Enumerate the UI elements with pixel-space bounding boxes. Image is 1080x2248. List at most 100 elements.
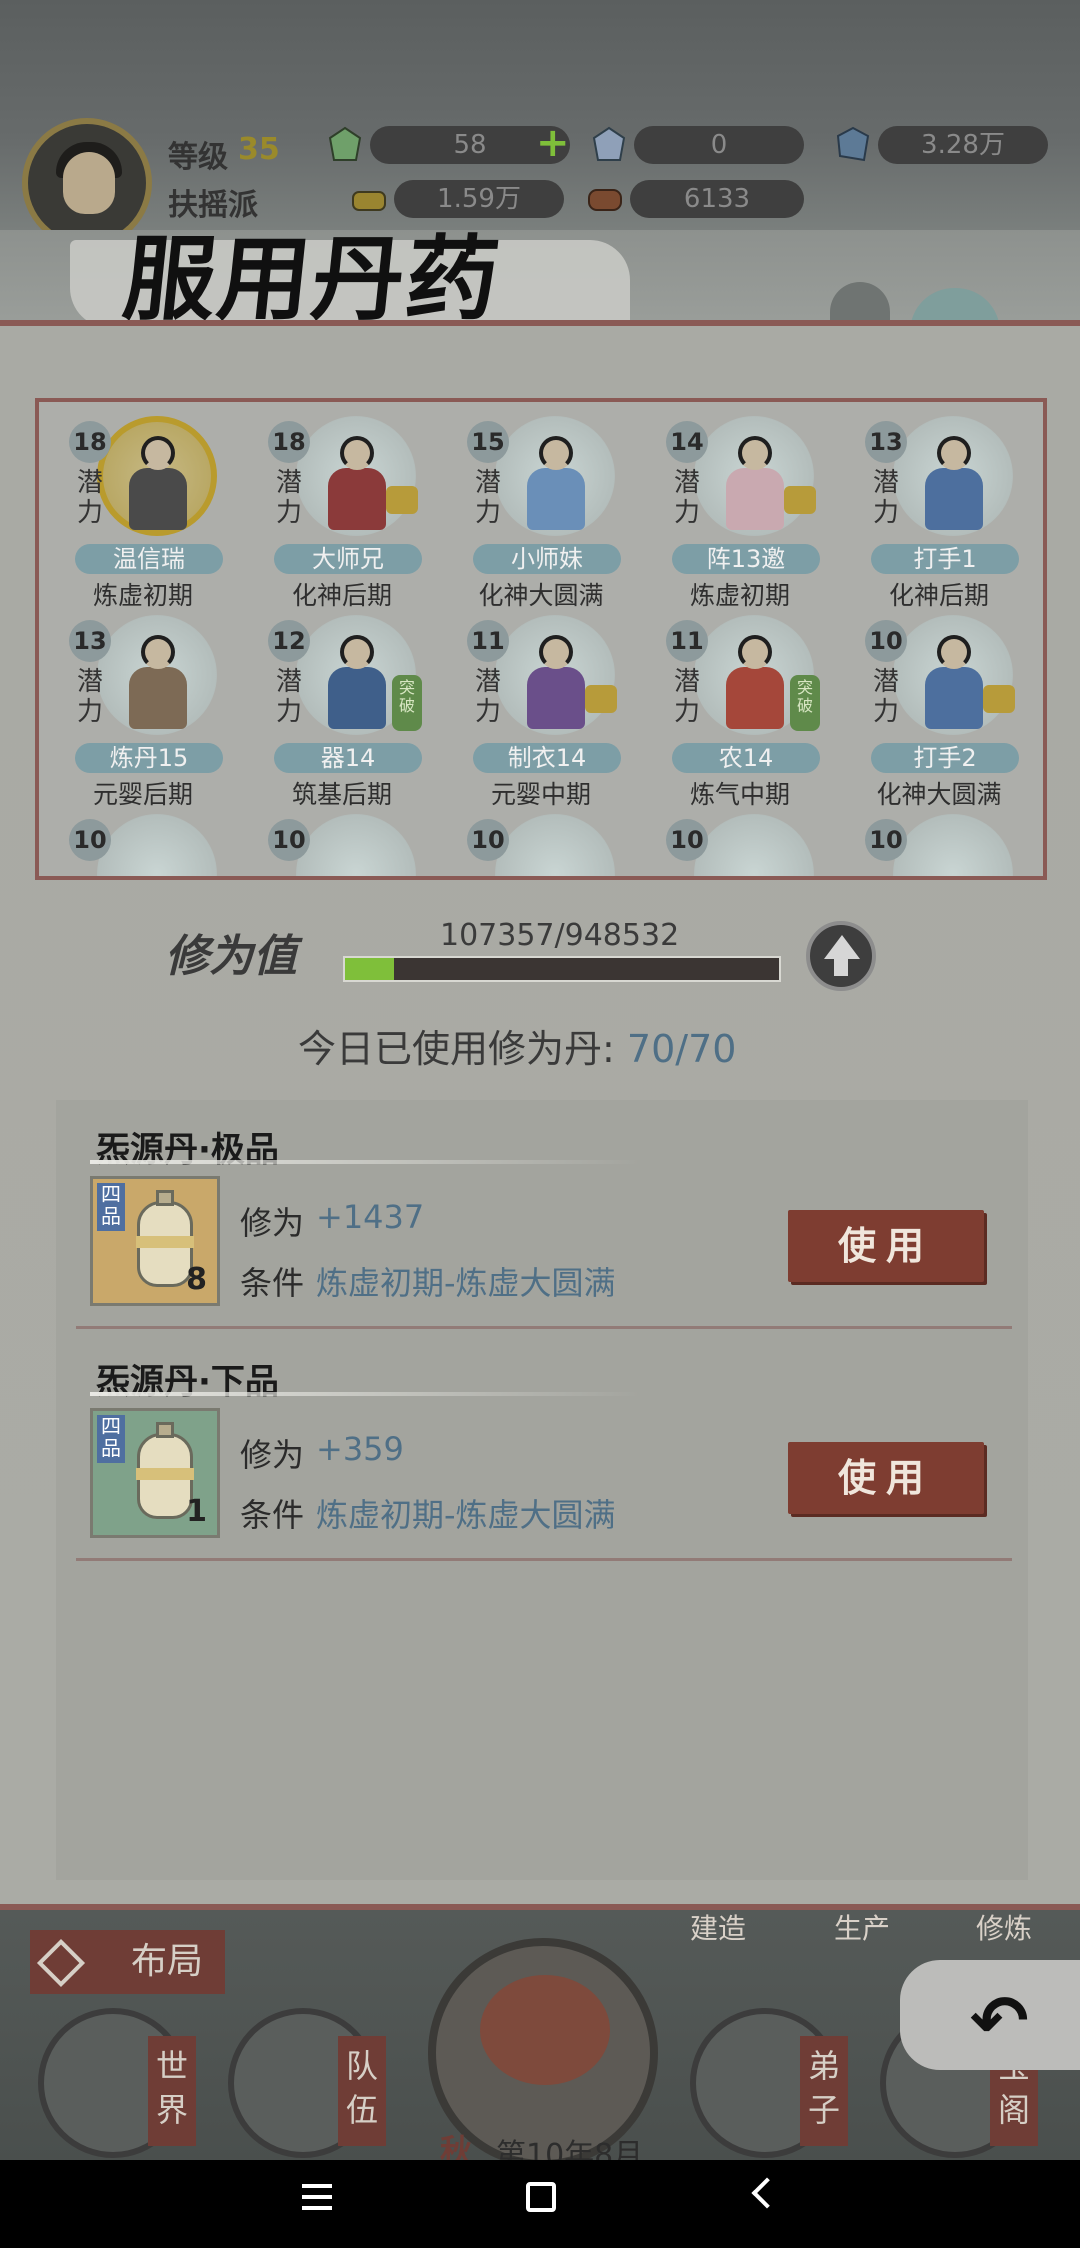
wood-counter: 6133 xyxy=(630,180,804,218)
potential-label: 潜力 xyxy=(475,468,502,528)
portrait-halo xyxy=(694,814,814,876)
portrait-body xyxy=(129,468,187,530)
breakthrough-badge: 突破 xyxy=(392,675,422,731)
disciple-level: 10 xyxy=(467,819,509,861)
disciple-name: 阵13邀 xyxy=(672,544,820,574)
portrait-head xyxy=(340,635,374,669)
cultivation-label: 修为值 xyxy=(165,931,297,982)
disciple-level: 18 xyxy=(268,421,310,463)
disciple-card[interactable]: 10 xyxy=(47,804,237,876)
potential-label: 潜力 xyxy=(674,667,701,727)
portrait-head xyxy=(937,436,971,470)
disciple-card[interactable]: 13 潜力 炼丹15 元婴后期 xyxy=(47,605,237,809)
disciple-roster[interactable]: 18 潜力 温信瑞 炼虚初期 18 潜力 大师兄 化神后期 15 潜力 小师妹 化神大圆满 14 潜力 阵1… xyxy=(35,398,1047,880)
add-spirit-stone-button[interactable]: + xyxy=(536,123,570,163)
disciple-card[interactable]: 15 潜力 小师妹 化神大圆满 xyxy=(445,406,635,610)
disciple-portrait xyxy=(322,436,392,536)
upgrade-badge-icon xyxy=(983,685,1015,713)
pill-list: 炁源丹·极品 四品 8 修为 +1437 条件 炼虚初期-炼虚大圆满 使用 炁源丹·下品 四品 1 修… xyxy=(56,1100,1028,1880)
portrait-head xyxy=(141,635,175,669)
disciple-name: 温信瑞 xyxy=(75,544,223,574)
condition-value: 炼虚初期-炼虚大圆满 xyxy=(316,1496,616,1534)
disciple-card[interactable]: 13 潜力 打手1 化神后期 xyxy=(843,406,1033,610)
use-button[interactable]: 使用 xyxy=(788,1210,984,1282)
disciple-level: 10 xyxy=(268,819,310,861)
disciple-card[interactable]: 10 潜力 打手2 化神大圆满 xyxy=(843,605,1033,809)
disciple-card[interactable]: 12 潜力 突破 器14 筑基后期 xyxy=(246,605,436,809)
blue-crystal-counter: 3.28万 xyxy=(878,126,1048,164)
upgrade-badge-icon xyxy=(784,486,816,514)
disciple-card[interactable]: 18 潜力 大师兄 化神后期 xyxy=(246,406,436,610)
use-button[interactable]: 使用 xyxy=(788,1442,984,1514)
disciple-card[interactable]: 14 潜力 阵13邀 炼虚初期 xyxy=(644,406,834,610)
pill-divider xyxy=(76,1326,1012,1329)
back-arrow-icon: ↶ xyxy=(970,1980,1029,2062)
portrait-halo xyxy=(296,814,416,876)
disciple-name: 器14 xyxy=(274,743,422,773)
portrait-head xyxy=(539,635,573,669)
potential-label: 潜力 xyxy=(475,667,502,727)
disciple-name: 制衣14 xyxy=(473,743,621,773)
tab-build[interactable]: 建造 xyxy=(690,1907,746,1947)
disciple-card[interactable]: 10 xyxy=(246,804,436,876)
disciple-level: 10 xyxy=(865,620,907,662)
bottle-neck xyxy=(156,1422,174,1438)
potential-label: 潜力 xyxy=(77,667,104,727)
disciple-card[interactable]: 10 xyxy=(445,804,635,876)
portrait-head xyxy=(937,635,971,669)
recent-apps-icon[interactable] xyxy=(302,2184,332,2210)
spirit-stone-icon xyxy=(328,126,362,161)
pill-count: 8 xyxy=(186,1262,207,1297)
disciple-name: 炼丹15 xyxy=(75,743,223,773)
disciple-level: 10 xyxy=(666,819,708,861)
portrait-head xyxy=(539,436,573,470)
xiuwei-gain: +359 xyxy=(316,1430,404,1468)
rainbow-stone-icon xyxy=(592,126,626,161)
disciple-card[interactable]: 11 潜力 突破 农14 炼气中期 xyxy=(644,605,834,809)
disciple-card[interactable]: 10 xyxy=(843,804,1033,876)
blue-crystal-icon xyxy=(836,126,870,162)
breakthrough-badge: 突破 xyxy=(790,675,820,731)
disciple-level: 14 xyxy=(666,421,708,463)
potential-label: 潜力 xyxy=(77,468,104,528)
disciple-level: 15 xyxy=(467,421,509,463)
portrait-head xyxy=(738,436,772,470)
potential-label: 潜力 xyxy=(674,468,701,528)
portrait-body xyxy=(726,667,784,729)
disciple-label: 弟子 xyxy=(800,2036,848,2146)
portrait-head xyxy=(738,635,772,669)
cultivation-progress-fill xyxy=(345,958,395,980)
daily-usage-value: 70/70 xyxy=(626,1027,737,1071)
disciple-name: 打手2 xyxy=(871,743,1019,773)
portrait-body xyxy=(925,468,983,530)
back-button[interactable]: ↶ xyxy=(900,1960,1080,2070)
portrait-body xyxy=(527,468,585,530)
pill-bottle-icon xyxy=(136,1190,194,1287)
breakthrough-button[interactable] xyxy=(806,921,876,991)
home-icon[interactable] xyxy=(526,2182,556,2212)
condition-value: 炼虚初期-炼虚大圆满 xyxy=(316,1264,616,1302)
portrait-halo xyxy=(495,814,615,876)
disciple-portrait xyxy=(720,436,790,536)
tab-cultivate[interactable]: 修炼 xyxy=(976,1907,1032,1947)
daily-usage-label: 今日已使用修为丹: xyxy=(298,1027,615,1071)
disciple-card[interactable]: 11 潜力 制衣14 元婴中期 xyxy=(445,605,635,809)
pill-icon[interactable]: 四品 1 xyxy=(90,1408,220,1538)
page-title: 服用丹药 xyxy=(118,225,506,333)
tab-produce[interactable]: 生产 xyxy=(834,1907,890,1947)
pill-name-underline xyxy=(90,1160,640,1164)
potential-label: 潜力 xyxy=(276,468,303,528)
xiuwei-label: 修为 xyxy=(240,1204,305,1242)
pill-icon[interactable]: 四品 8 xyxy=(90,1176,220,1306)
disciple-card[interactable]: 10 xyxy=(644,804,834,876)
upgrade-badge-icon xyxy=(386,486,418,514)
disciple-level: 11 xyxy=(666,620,708,662)
disciple-portrait xyxy=(123,635,193,735)
bottle-sash xyxy=(136,1236,194,1248)
disciple-level: 12 xyxy=(268,620,310,662)
disciple-card[interactable]: 18 潜力 温信瑞 炼虚初期 xyxy=(47,406,237,610)
avatar-face xyxy=(63,152,115,214)
potential-label: 潜力 xyxy=(873,468,900,528)
portrait-head xyxy=(141,436,175,470)
disciple-portrait xyxy=(521,436,591,536)
